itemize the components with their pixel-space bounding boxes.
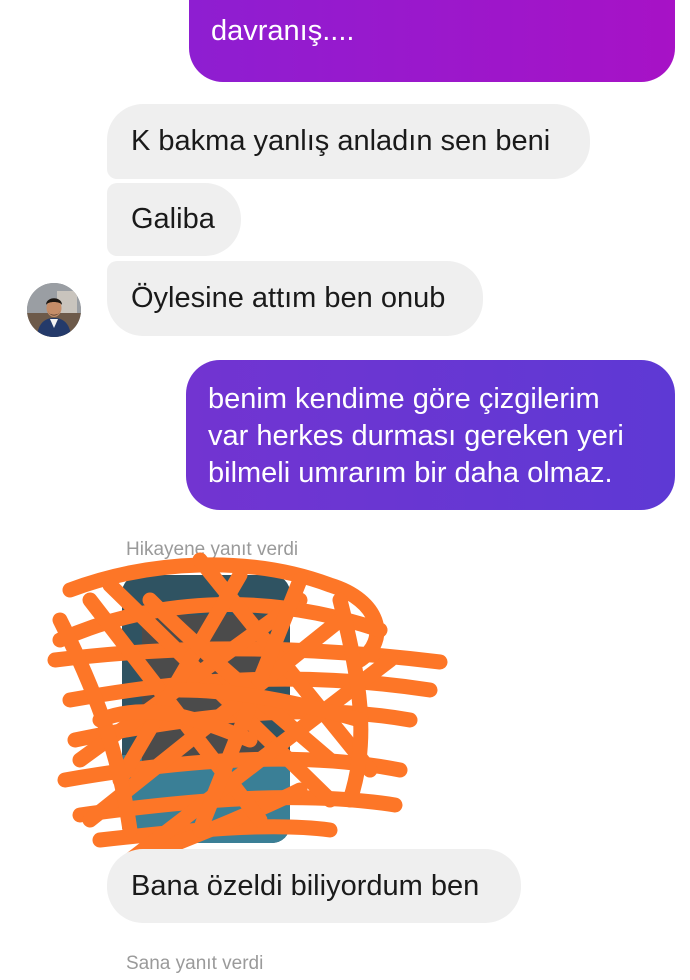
message-text: Bana özeldi biliyordum ben [131,869,480,902]
incoming-message[interactable]: Bana özeldi biliyordum ben [107,849,521,923]
redaction-scribble [47,552,448,868]
replied-to-you-label: Sana yanıt verdi [126,953,264,974]
